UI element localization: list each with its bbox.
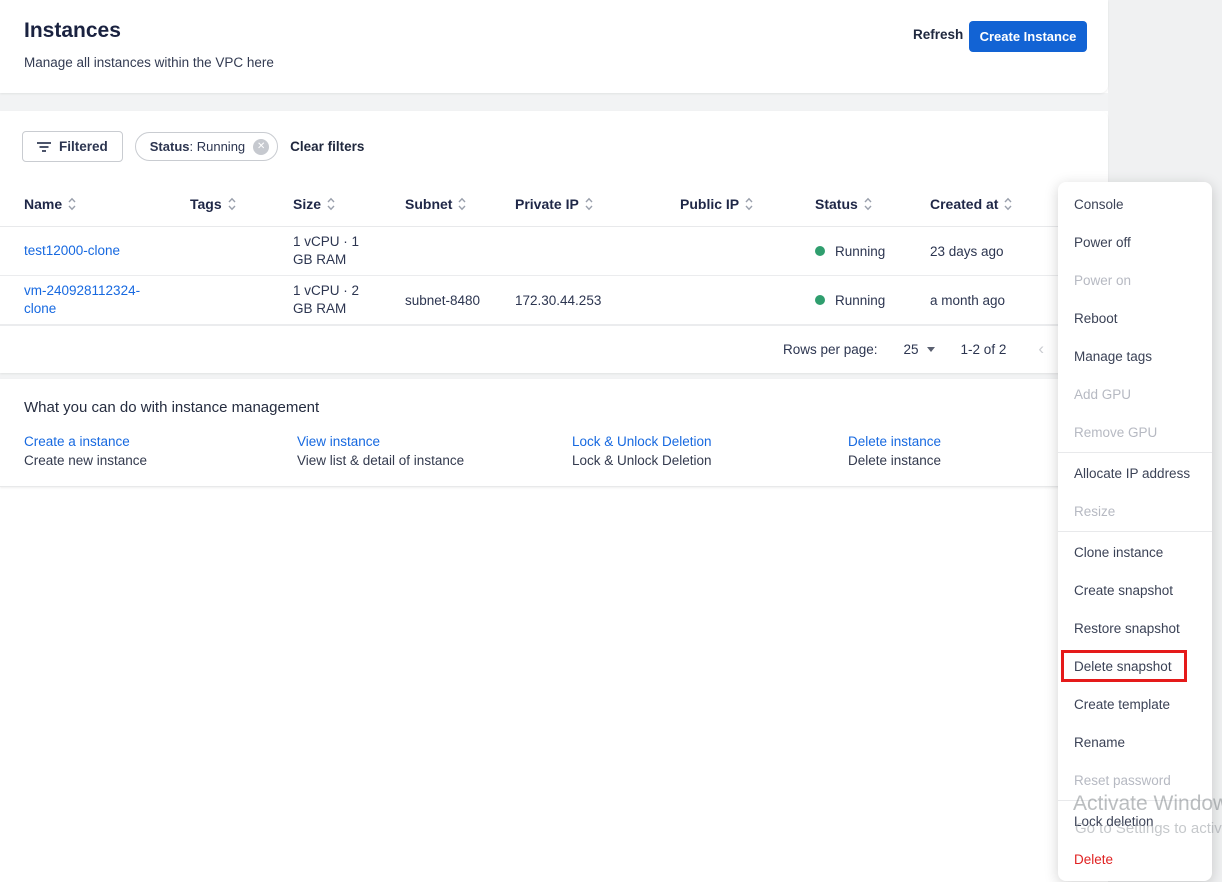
filtered-label: Filtered — [59, 139, 108, 154]
status-dot-icon — [815, 295, 825, 305]
column-header-tags[interactable]: Tags — [190, 196, 293, 212]
create-instance-link[interactable]: Create a instance — [24, 432, 297, 451]
sort-icon — [458, 197, 466, 211]
menu-item-label: Delete snapshot — [1074, 658, 1172, 674]
info-link-block: Create a instance Create new instance — [24, 432, 297, 470]
delete-instance-link[interactable]: Delete instance — [848, 432, 1084, 451]
status-label: Running — [835, 243, 886, 259]
info-section: What you can do with instance management… — [0, 379, 1108, 487]
cell-status: Running — [815, 293, 930, 308]
info-link-block: View instance View list & detail of inst… — [297, 432, 572, 470]
filter-icon — [37, 141, 51, 152]
previous-page-icon[interactable]: ‹ — [1038, 339, 1044, 359]
menu-divider — [1058, 452, 1212, 453]
caret-down-icon — [926, 346, 935, 352]
rows-per-page-value: 25 — [903, 341, 919, 357]
info-heading: What you can do with instance management — [24, 399, 320, 416]
menu-item-reboot[interactable]: Reboot — [1058, 299, 1212, 337]
refresh-button[interactable]: Refresh — [913, 27, 963, 42]
menu-item-lock-deletion[interactable]: Lock deletion — [1058, 802, 1212, 840]
instance-actions-menu: Console Power off Power on Reboot Manage… — [1058, 182, 1212, 881]
menu-item-power-on: Power on — [1074, 272, 1132, 288]
column-header-subnet[interactable]: Subnet — [405, 196, 515, 212]
sort-icon — [864, 197, 872, 211]
page-header: Instances Manage all instances within th… — [0, 0, 1108, 93]
menu-item-delete[interactable]: Delete — [1058, 840, 1212, 878]
column-header-status[interactable]: Status — [815, 196, 930, 212]
table-row: vm-240928112324-clone 1 vCPU · 2 GB RAM … — [0, 276, 1108, 325]
menu-item-clone-instance[interactable]: Clone instance — [1058, 533, 1212, 571]
clear-filters-button[interactable]: Clear filters — [290, 139, 364, 154]
sort-icon — [745, 197, 753, 211]
menu-divider — [1058, 800, 1212, 801]
column-header-size[interactable]: Size — [293, 196, 405, 212]
link-description: Create new instance — [24, 453, 148, 468]
cell-created-at: 23 days ago — [930, 243, 1004, 259]
info-link-block: Delete instance Delete instance — [848, 432, 1084, 470]
rows-per-page-select[interactable]: 25 — [904, 342, 935, 357]
cell-private-ip: 172.30.44.253 — [515, 292, 602, 308]
info-link-block: Lock & Unlock Deletion Lock & Unlock Del… — [572, 432, 848, 470]
page-title: Instances — [24, 19, 121, 42]
menu-item-reset-password: Reset password — [1074, 772, 1171, 788]
menu-item-power-off[interactable]: Power off — [1058, 223, 1212, 261]
cell-size: 1 vCPU · 1 GB RAM — [293, 234, 360, 267]
instances-table-card: Filtered Status: Running ✕ Clear filters… — [0, 111, 1108, 373]
instance-name-link[interactable]: vm-240928112324-clone — [24, 282, 190, 318]
create-instance-button[interactable]: Create Instance — [969, 21, 1087, 52]
cell-status: Running — [815, 244, 930, 259]
menu-item-delete-snapshot[interactable]: Delete snapshot — [1058, 647, 1212, 685]
page-subtitle: Manage all instances within the VPC here — [24, 55, 274, 70]
status-dot-icon — [815, 246, 825, 256]
column-header-name[interactable]: Name — [24, 196, 190, 212]
pagination-bar: Rows per page: 25 1-2 of 2 ‹ — [0, 325, 1108, 372]
chip-field: Status — [149, 139, 190, 154]
link-description: View list & detail of instance — [297, 453, 465, 468]
instance-name-link[interactable]: test12000-clone — [24, 242, 190, 260]
sort-icon — [585, 197, 593, 211]
menu-item-restore-snapshot[interactable]: Restore snapshot — [1058, 609, 1212, 647]
filter-bar: Filtered Status: Running ✕ Clear filters — [0, 111, 1108, 182]
column-header-private-ip[interactable]: Private IP — [515, 196, 680, 212]
sort-icon — [228, 197, 236, 211]
menu-item-allocate-ip-address[interactable]: Allocate IP address — [1058, 454, 1212, 492]
menu-item-create-snapshot[interactable]: Create snapshot — [1058, 571, 1212, 609]
cell-created-at: a month ago — [930, 292, 1006, 308]
link-description: Delete instance — [848, 453, 942, 468]
chip-value: : Running — [189, 139, 246, 154]
table-row: test12000-clone 1 vCPU · 1 GB RAM Runnin… — [0, 227, 1108, 276]
card-gap — [0, 93, 1108, 111]
menu-item-manage-tags[interactable]: Manage tags — [1058, 337, 1212, 375]
chip-close-icon[interactable]: ✕ — [253, 138, 270, 155]
view-instance-link[interactable]: View instance — [297, 432, 572, 451]
column-header-public-ip[interactable]: Public IP — [680, 196, 815, 212]
pagination-range: 1-2 of 2 — [960, 341, 1007, 357]
menu-divider — [1058, 531, 1212, 532]
menu-item-create-template[interactable]: Create template — [1058, 685, 1212, 723]
cell-size: 1 vCPU · 2 GB RAM — [293, 283, 360, 316]
table-header-row: Name Tags Size Subnet Private IP Public … — [0, 182, 1108, 227]
filtered-button[interactable]: Filtered — [22, 131, 123, 162]
column-header-created-at[interactable]: Created at — [930, 196, 1060, 212]
menu-item-remove-gpu: Remove GPU — [1074, 424, 1158, 440]
menu-item-rename[interactable]: Rename — [1058, 723, 1212, 761]
status-label: Running — [835, 292, 886, 308]
menu-item-resize: Resize — [1074, 503, 1116, 519]
sort-icon — [327, 197, 335, 211]
status-filter-chip[interactable]: Status: Running ✕ — [134, 132, 279, 161]
sort-icon — [1004, 197, 1012, 211]
menu-item-add-gpu: Add GPU — [1074, 386, 1132, 402]
rows-per-page-label: Rows per page: — [782, 341, 878, 357]
menu-item-console[interactable]: Console — [1058, 185, 1212, 223]
link-description: Lock & Unlock Deletion — [572, 453, 712, 468]
sort-icon — [68, 197, 76, 211]
cell-subnet: subnet-8480 — [405, 292, 481, 308]
lock-unlock-deletion-link[interactable]: Lock & Unlock Deletion — [572, 432, 848, 451]
